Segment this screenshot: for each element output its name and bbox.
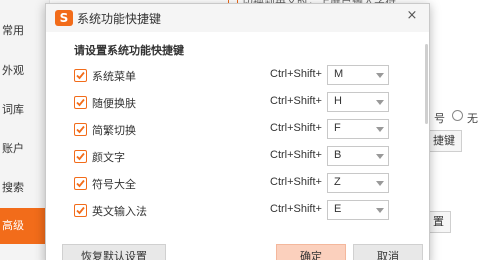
dialog-titlebar: S 系统功能快捷键 ×	[46, 4, 429, 32]
shortcut-name: 系统菜单	[92, 70, 136, 83]
shortcut-name: 简繁切换	[92, 124, 136, 137]
sidebar-item-appearance[interactable]: 外观	[0, 54, 50, 88]
checkbox-random-skin[interactable]	[74, 96, 87, 109]
restore-defaults-button[interactable]: 恢复默认设置	[62, 244, 166, 260]
checkbox-system-menu[interactable]	[74, 69, 87, 82]
sidebar-item-account[interactable]: 账户	[0, 132, 50, 166]
shortcut-row-simp-trad: 简繁切换 Ctrl+Shift+ F	[46, 118, 429, 145]
checkmark-icon	[76, 98, 85, 107]
key-select-value: F	[334, 122, 341, 134]
settings-sidebar: 常用 外观 词库 账户 搜索 高级	[0, 0, 50, 260]
chevron-down-icon	[376, 100, 384, 105]
chevron-down-icon	[376, 73, 384, 78]
shortcut-row-english-ime: 英文输入法 Ctrl+Shift+ E	[46, 199, 429, 226]
key-select-value: M	[334, 68, 344, 80]
key-select-symbols[interactable]: Z	[327, 173, 389, 193]
checkbox-english-ime[interactable]	[74, 204, 87, 217]
key-select-kaomoji[interactable]: B	[327, 146, 389, 166]
key-select-simp-trad[interactable]: F	[327, 119, 389, 139]
key-select-system-menu[interactable]: M	[327, 65, 389, 85]
dialog-prompt: 请设置系统功能快捷键	[74, 44, 184, 57]
key-select-value: B	[334, 149, 342, 161]
sidebar-item-dictionary[interactable]: 词库	[0, 93, 50, 127]
shortcut-name: 英文输入法	[92, 205, 147, 218]
dialog-title: 系统功能快捷键	[77, 12, 162, 26]
shortcut-row-symbols: 符号大全 Ctrl+Shift+ Z	[46, 172, 429, 199]
chevron-down-icon	[376, 127, 384, 132]
chevron-down-icon	[376, 154, 384, 159]
shortcut-modifier: Ctrl+Shift+	[270, 95, 322, 107]
shortcut-modifier: Ctrl+Shift+	[270, 68, 322, 80]
shortcut-row-random-skin: 随便换肤 Ctrl+Shift+ H	[46, 91, 429, 118]
sidebar-item-search[interactable]: 搜索	[0, 171, 50, 205]
checkbox-simp-trad[interactable]	[74, 123, 87, 136]
sidebar-item-common[interactable]: 常用	[0, 14, 50, 48]
shortcut-name: 符号大全	[92, 178, 136, 191]
checkbox-symbols[interactable]	[74, 177, 87, 190]
chevron-down-icon	[376, 208, 384, 213]
shortcut-modifier: Ctrl+Shift+	[270, 149, 322, 161]
ok-button[interactable]: 确定	[276, 244, 346, 260]
cancel-button[interactable]: 取消	[353, 244, 423, 260]
sidebar-item-advanced[interactable]: 高级	[0, 208, 50, 244]
shortcut-name: 颜文字	[92, 151, 125, 164]
sogou-logo-icon: S	[55, 10, 73, 26]
shortcut-modifier: Ctrl+Shift+	[270, 176, 322, 188]
shortcut-name: 随便换肤	[92, 97, 136, 110]
checkbox-kaomoji[interactable]	[74, 150, 87, 163]
checkmark-icon	[76, 152, 85, 161]
shortcut-modifier: Ctrl+Shift+	[270, 203, 322, 215]
key-select-value: E	[334, 203, 342, 215]
checkmark-icon	[76, 179, 85, 188]
checkmark-icon	[76, 71, 85, 80]
background-radio-label: 无	[467, 112, 478, 125]
shortcut-modifier: Ctrl+Shift+	[270, 122, 322, 134]
background-radio-prefix: 号	[434, 112, 445, 125]
shortcut-row-kaomoji: 颜文字 Ctrl+Shift+ B	[46, 145, 429, 172]
shortcut-row-system-menu: 系统菜单 Ctrl+Shift+ M	[46, 64, 429, 91]
shortcut-list: 系统菜单 Ctrl+Shift+ M 随便换肤 Ctrl+Shift+ H 简繁…	[46, 64, 429, 226]
chevron-down-icon	[376, 181, 384, 186]
key-select-english-ime[interactable]: E	[327, 200, 389, 220]
key-select-value: H	[334, 95, 342, 107]
background-shortcut-button[interactable]: 捷键	[426, 130, 462, 152]
checkmark-icon	[76, 206, 85, 215]
key-select-random-skin[interactable]: H	[327, 92, 389, 112]
checkmark-icon	[76, 125, 85, 134]
background-radio-none[interactable]	[452, 110, 463, 121]
shortcut-dialog: S 系统功能快捷键 × 请设置系统功能快捷键 系统菜单 Ctrl+Shift+ …	[45, 3, 430, 260]
key-select-value: Z	[334, 176, 341, 188]
close-icon[interactable]: ×	[405, 9, 419, 23]
